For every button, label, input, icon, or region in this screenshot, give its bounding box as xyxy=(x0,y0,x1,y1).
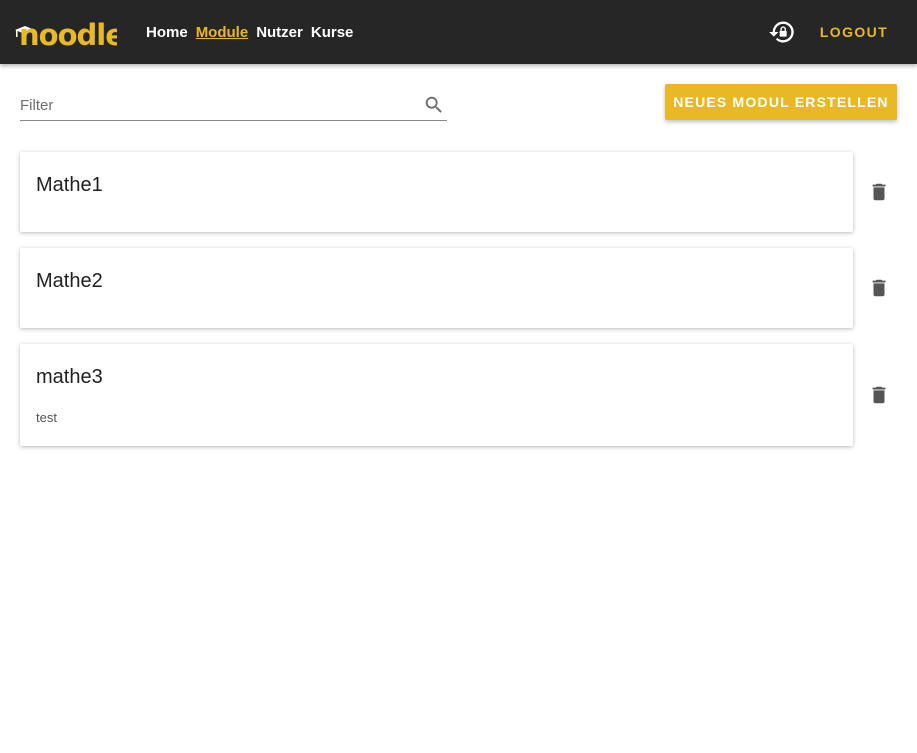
filter-field xyxy=(20,88,447,121)
trash-icon[interactable] xyxy=(868,181,890,203)
main-nav: Home Module Nutzer Kurse xyxy=(146,0,353,64)
module-card[interactable]: Mathe2 xyxy=(20,248,853,328)
trash-icon[interactable] xyxy=(868,277,890,299)
top-app-bar: noodle Home Module Nutzer Kurse LOGOUT xyxy=(0,0,917,64)
module-card[interactable]: mathe3 test xyxy=(20,344,853,446)
trash-icon[interactable] xyxy=(868,384,890,406)
nav-nutzer[interactable]: Nutzer xyxy=(256,24,303,41)
nav-module[interactable]: Module xyxy=(196,24,249,41)
logout-button[interactable]: LOGOUT xyxy=(812,16,896,48)
nav-kurse[interactable]: Kurse xyxy=(311,24,354,41)
module-title: Mathe2 xyxy=(36,270,103,292)
noodle-logo[interactable]: noodle xyxy=(15,16,117,48)
module-title: Mathe1 xyxy=(36,174,103,196)
svg-text:noodle: noodle xyxy=(19,18,117,48)
module-card[interactable]: Mathe1 xyxy=(20,152,853,232)
filter-input[interactable] xyxy=(20,93,410,117)
search-icon[interactable] xyxy=(423,94,445,116)
nav-home[interactable]: Home xyxy=(146,24,188,41)
create-module-button[interactable]: NEUES MODUL ERSTELLEN xyxy=(665,84,897,120)
module-description: test xyxy=(36,410,57,425)
lock-rotate-icon[interactable] xyxy=(768,18,796,46)
module-title: mathe3 xyxy=(36,366,103,388)
